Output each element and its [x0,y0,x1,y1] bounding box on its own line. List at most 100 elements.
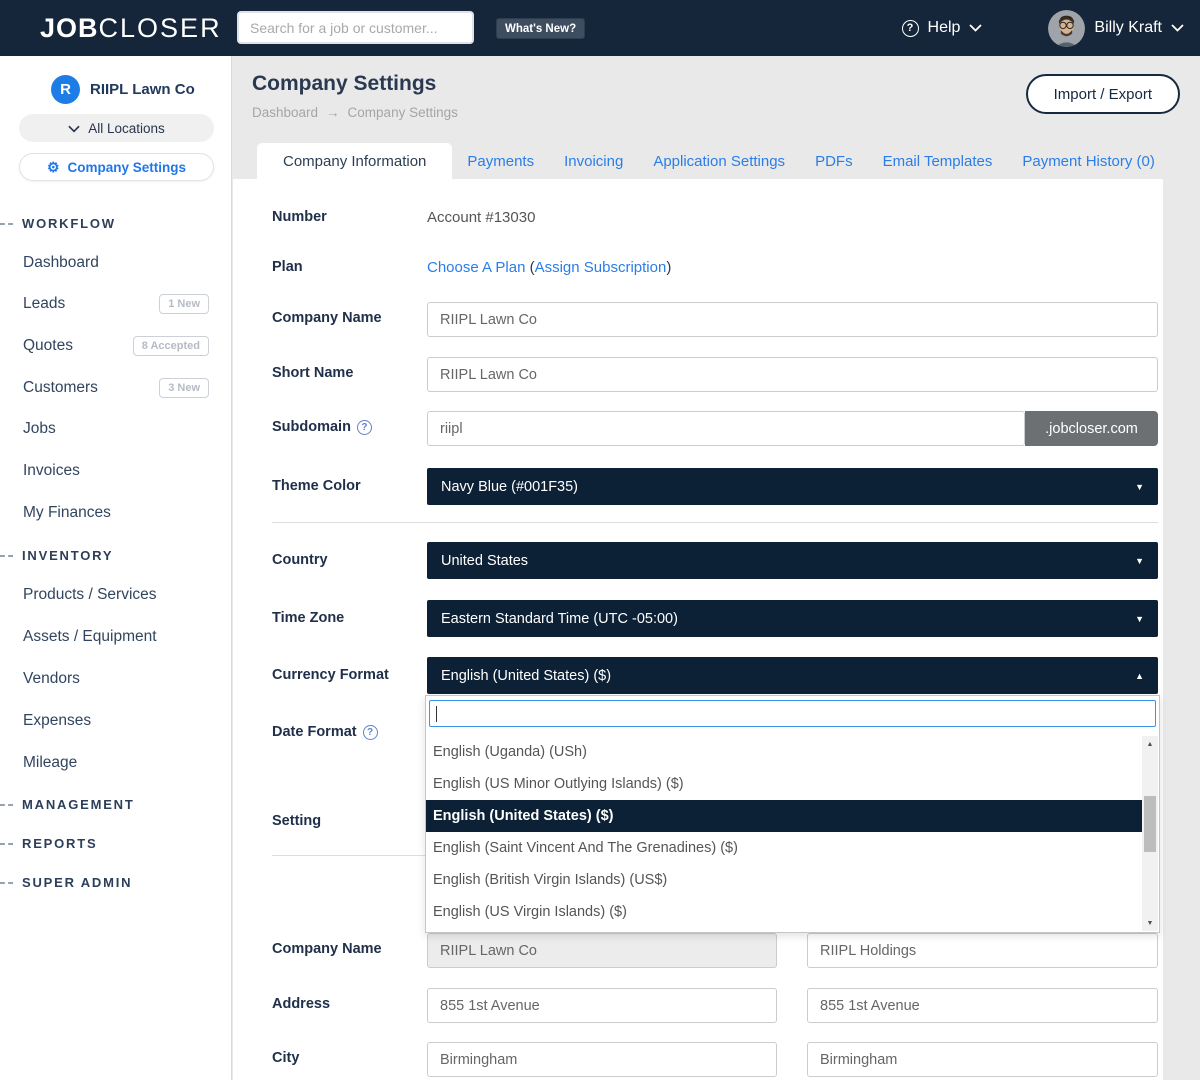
text-cursor [436,706,437,722]
sidebar-item-jobs[interactable]: Jobs [23,420,209,438]
section-dash-icon [0,555,13,557]
company-name-2-label: Company Name [272,941,382,957]
theme-color-select[interactable]: Navy Blue (#001F35) ▼ [427,468,1158,505]
subdomain-label: Subdomain ? [272,419,372,435]
page-title: Company Settings [252,72,436,96]
city-right-input[interactable] [807,1042,1158,1077]
time-zone-select[interactable]: Eastern Standard Time (UTC -05:00) ▼ [427,600,1158,637]
currency-option[interactable]: English (US Minor Outlying Islands) ($) [426,768,1142,800]
country-select[interactable]: United States ▼ [427,542,1158,579]
scroll-down-icon[interactable]: ▼ [1142,915,1158,931]
sidebar-section-reports[interactable]: REPORTS [0,836,97,851]
chevron-down-icon [68,121,80,136]
import-export-button[interactable]: Import / Export [1026,74,1180,114]
whats-new-button[interactable]: What's New? [496,18,585,39]
section-dash-icon [0,882,13,884]
date-format-label: Date Format ? [272,724,378,740]
chevron-down-icon [1171,19,1184,37]
currency-option-selected[interactable]: English (United States) ($) [426,800,1142,832]
sidebar-item-customers[interactable]: Customers 3 New [23,378,209,398]
sidebar-item-dashboard[interactable]: Dashboard [23,254,209,272]
company-information-panel: Number Account #13030 Plan Choose A Plan… [233,179,1163,1080]
app-logo[interactable]: JOBCLOSER [40,13,222,44]
breadcrumb: Dashboard → Company Settings [252,105,458,120]
sidebar-item-quotes[interactable]: Quotes 8 Accepted [23,336,209,356]
app-window: JOBCLOSER What's New? ? Help [0,0,1200,1080]
currency-format-select[interactable]: English (United States) ($) ▲ [427,657,1158,694]
plan-links: Choose A Plan (Assign Subscription) [427,259,671,276]
help-menu[interactable]: ? Help [902,19,983,37]
gear-icon: ⚙ [47,160,60,174]
caret-down-icon: ▼ [1135,556,1144,566]
sidebar-section-inventory[interactable]: INVENTORY [0,548,113,563]
navbar-right: ? Help [902,0,1184,56]
tab-payments[interactable]: Payments [452,143,549,179]
subdomain-help-icon[interactable]: ? [357,420,372,435]
scroll-up-icon[interactable]: ▲ [1142,736,1158,752]
country-label: Country [272,552,328,568]
top-navbar: JOBCLOSER What's New? ? Help [0,0,1200,56]
sidebar-company[interactable]: R RIIPL Lawn Co [51,75,195,104]
currency-option[interactable]: English (British Virgin Islands) (US$) [426,864,1142,896]
sidebar-section-management[interactable]: MANAGEMENT [0,797,135,812]
address-right-input[interactable] [807,988,1158,1023]
time-zone-label: Time Zone [272,610,344,626]
sidebar-item-products-services[interactable]: Products / Services [23,586,209,604]
company-settings-button[interactable]: ⚙ Company Settings [19,153,214,181]
tab-invoicing[interactable]: Invoicing [549,143,638,179]
user-menu[interactable]: Billy Kraft [1048,10,1184,47]
section-dash-icon [0,804,13,806]
currency-option[interactable]: English (Saint Vincent And The Grenadine… [426,832,1142,864]
tab-pdfs[interactable]: PDFs [800,143,868,179]
tab-company-information[interactable]: Company Information [257,143,452,179]
user-name: Billy Kraft [1094,19,1162,37]
currency-option[interactable]: English (US Virgin Islands) ($) [426,896,1142,928]
breadcrumb-current: Company Settings [348,105,458,120]
tab-email-templates[interactable]: Email Templates [868,143,1008,179]
company-name-right-input[interactable] [807,933,1158,968]
currency-option-list: English (Uganda) (USh) English (US Minor… [426,736,1142,932]
sidebar-section-super-admin[interactable]: SUPER ADMIN [0,875,132,890]
theme-color-label: Theme Color [272,478,361,494]
section-divider [272,522,1158,523]
scrollbar-thumb[interactable] [1144,796,1156,852]
search-input[interactable] [237,11,474,44]
help-label: Help [928,19,961,37]
subdomain-input[interactable] [427,411,1025,446]
sidebar-item-expenses[interactable]: Expenses [23,712,209,730]
currency-dropdown-panel: English (Uganda) (USh) English (US Minor… [425,695,1160,933]
address-left-input[interactable] [427,988,777,1023]
tab-application-settings[interactable]: Application Settings [638,143,800,179]
section-dash-icon [0,223,13,225]
company-name-left-input [427,933,777,968]
account-number-value: Account #13030 [427,209,535,226]
sidebar-item-invoices[interactable]: Invoices [23,462,209,480]
section-dash-icon [0,843,13,845]
company-name-label: Company Name [272,310,382,326]
sidebar-item-vendors[interactable]: Vendors [23,670,209,688]
logo-bold: JOB [40,13,99,43]
short-name-input[interactable] [427,357,1158,392]
tab-payment-history[interactable]: Payment History (0) [1007,143,1170,179]
quotes-badge: 8 Accepted [133,336,209,356]
assign-subscription-link[interactable]: Assign Subscription [535,259,667,276]
city-left-input[interactable] [427,1042,777,1077]
choose-a-plan-link[interactable]: Choose A Plan [427,259,525,276]
sidebar-section-workflow[interactable]: WORKFLOW [0,216,116,231]
breadcrumb-dashboard[interactable]: Dashboard [252,105,318,120]
sidebar-item-mileage[interactable]: Mileage [23,754,209,772]
company-name-input[interactable] [427,302,1158,337]
currency-option[interactable]: English (Uganda) (USh) [426,736,1142,768]
sidebar-item-my-finances[interactable]: My Finances [23,504,209,522]
setting-label: Setting [272,813,321,829]
logo-light: CLOSER [99,13,222,43]
dropdown-scrollbar[interactable]: ▲ ▼ [1142,736,1158,931]
sidebar-item-assets-equipment[interactable]: Assets / Equipment [23,628,209,646]
all-locations-button[interactable]: All Locations [19,114,214,142]
company-name: RIIPL Lawn Co [90,81,195,98]
customers-badge: 3 New [159,378,209,398]
currency-dropdown-search-input[interactable] [429,700,1156,727]
sidebar-item-leads[interactable]: Leads 1 New [23,294,209,314]
date-format-help-icon[interactable]: ? [363,725,378,740]
chevron-down-icon [969,19,982,37]
